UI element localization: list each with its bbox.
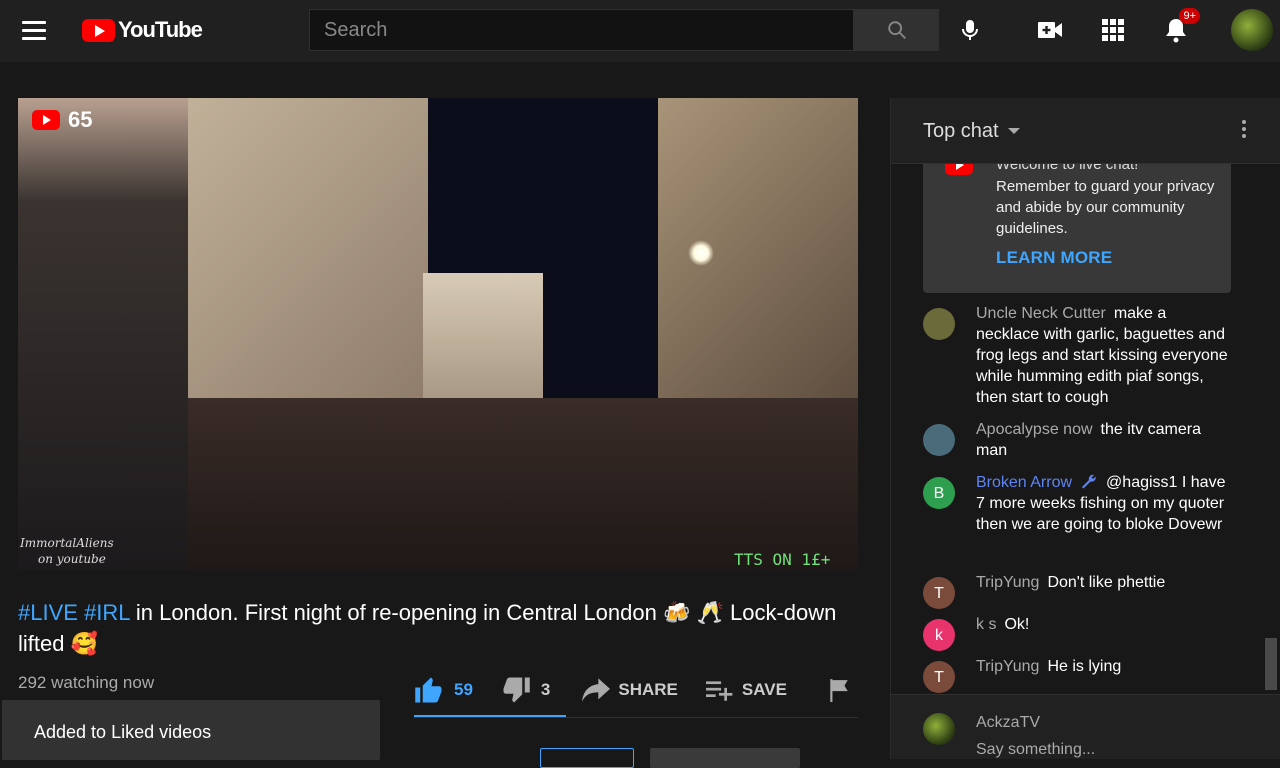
video-player[interactable]: 65 ImmortalAliens on youtube TTS ON 1£+ [18, 98, 858, 570]
top-bar: YouTube 9+ [0, 0, 1280, 62]
toast-notification: Added to Liked videos [2, 700, 380, 760]
youtube-play-icon [32, 110, 60, 130]
watching-count: 292 watching now [18, 673, 155, 692]
chat-scrollbar[interactable] [1265, 638, 1277, 690]
sentiment-bar-track [414, 717, 858, 718]
chat-mode-dropdown[interactable]: Top chat [923, 120, 1025, 143]
share-label: SHARE [618, 680, 678, 699]
chat-author[interactable]: TripYung [976, 574, 1039, 591]
chat-input[interactable]: Say something... [976, 741, 1095, 759]
chat-message: B Broken Arrow @hagiss1 I have 7 more wee… [923, 472, 1233, 535]
dislike-count: 3 [540, 680, 551, 699]
live-chat-panel: Top chat Welcome to live chat! Remember … [890, 98, 1280, 759]
live-viewer-badge: 65 [32, 107, 92, 133]
menu-icon[interactable] [22, 21, 46, 40]
chat-header: Top chat [891, 98, 1280, 164]
chat-author[interactable]: Uncle Neck Cutter [976, 305, 1106, 322]
chat-avatar[interactable]: k [923, 619, 955, 651]
sentiment-bar-fill [414, 715, 566, 717]
share-button[interactable]: SHARE [582, 678, 678, 702]
wrench-icon [1082, 474, 1096, 489]
account-avatar[interactable] [1231, 9, 1273, 51]
apps-button[interactable] [1095, 12, 1131, 48]
chat-avatar[interactable]: T [923, 577, 955, 609]
chat-input-area: AckzaTV Say something... [891, 694, 1280, 759]
like-count: 59 [454, 680, 473, 699]
join-button[interactable] [540, 748, 634, 768]
chat-text: He is lying [1047, 658, 1122, 675]
youtube-play-icon [945, 164, 973, 175]
search-icon [887, 21, 906, 39]
chat-message: T TripYung Don't like phettie [923, 572, 1233, 609]
chat-mode-label: Top chat [923, 120, 999, 142]
stream-watermark: ImmortalAliens on youtube [20, 536, 114, 566]
create-button[interactable] [1032, 12, 1068, 48]
thumbs-up-icon [415, 677, 442, 703]
search-bar [309, 9, 939, 51]
tts-overlay: TTS ON 1£+ [734, 550, 831, 569]
chat-author[interactable]: k s [976, 616, 996, 633]
chat-avatar[interactable] [923, 308, 955, 340]
chat-text: Ok! [1004, 616, 1030, 633]
chat-author[interactable]: Apocalypse now [976, 421, 1093, 438]
video-title: #LIVE #IRL in London. First night of re-… [18, 597, 848, 659]
welcome-heading: Welcome to live chat! [996, 164, 1139, 173]
search-input[interactable] [309, 9, 854, 51]
user-avatar [923, 713, 955, 745]
chat-avatar[interactable]: B [923, 477, 955, 509]
logo-text: YouTube [118, 17, 203, 42]
chat-message: Apocalypse now the itv camera man [923, 419, 1233, 461]
flag-icon [830, 679, 848, 702]
playlist-add-icon [705, 681, 733, 701]
chat-message: Uncle Neck Cutter make a necklace with ga… [923, 303, 1233, 408]
chat-text: Don't like phettie [1047, 574, 1166, 591]
save-label: SAVE [741, 680, 787, 699]
chat-welcome-card: Welcome to live chat! Remember to guard … [923, 164, 1231, 293]
video-actions: 59 3 SHARE SAVE [414, 672, 851, 708]
search-button[interactable] [854, 9, 939, 51]
more-options-icon[interactable] [1242, 120, 1248, 142]
hashtag-live[interactable]: #LIVE [18, 600, 78, 625]
viewer-count: 65 [68, 107, 93, 132]
save-button[interactable]: SAVE [705, 679, 787, 701]
subscribe-button[interactable] [650, 748, 800, 768]
chat-avatar[interactable] [923, 424, 955, 456]
welcome-message: Remember to guard your privacy and abide… [996, 178, 1215, 237]
chat-author[interactable]: Broken Arrow [976, 474, 1072, 491]
youtube-logo[interactable]: YouTube [82, 17, 203, 42]
learn-more-link[interactable]: LEARN MORE [996, 248, 1112, 268]
video-title-text: in London. First night of re-opening in … [18, 600, 837, 656]
chat-message: T TripYung He is lying [923, 656, 1233, 693]
thumbs-down-icon [503, 677, 530, 703]
video-camera-plus-icon [1038, 22, 1062, 38]
dislike-button[interactable]: 3 [501, 676, 550, 704]
notification-badge: 9+ [1179, 8, 1200, 24]
caret-down-icon [1007, 127, 1020, 134]
chat-author[interactable]: TripYung [976, 658, 1039, 675]
microphone-icon [962, 20, 978, 40]
share-arrow-icon [582, 678, 611, 702]
report-button[interactable] [827, 678, 851, 702]
chat-avatar[interactable]: T [923, 661, 955, 693]
like-button[interactable]: 59 [414, 676, 473, 704]
notifications-button[interactable]: 9+ [1158, 8, 1200, 48]
hashtag-irl[interactable]: #IRL [84, 600, 130, 625]
chat-message: k k s Ok! [923, 614, 1233, 651]
voice-search-button[interactable] [952, 12, 988, 48]
user-name: AckzaTV [976, 714, 1041, 731]
apps-grid-icon [1102, 19, 1124, 41]
youtube-play-icon [82, 18, 115, 42]
